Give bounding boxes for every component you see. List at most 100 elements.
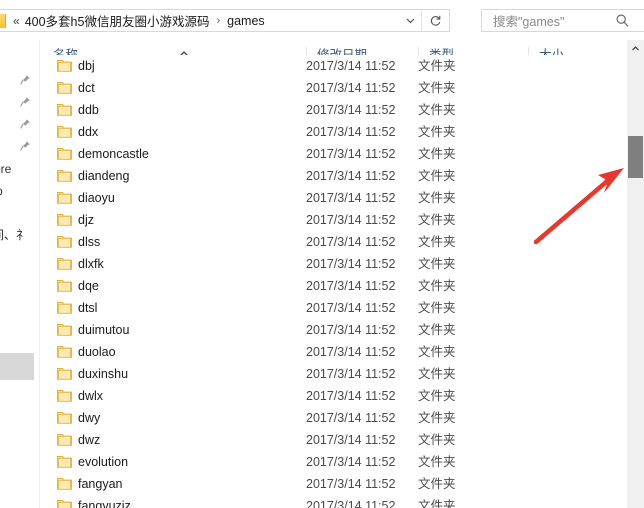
cell-type: 文件夹: [418, 213, 456, 227]
cell-type: 文件夹: [418, 477, 456, 491]
navigation-pane[interactable]: ore p 间、礻: [0, 40, 40, 508]
breadcrumb-separator[interactable]: ›: [216, 15, 220, 27]
nav-item-label-fragment-3[interactable]: 间、礻: [0, 226, 28, 243]
search-box[interactable]: 搜索"games": [481, 9, 644, 32]
table-row[interactable]: diandeng 2017/3/14 11:52 文件夹: [40, 165, 627, 187]
cell-date: 2017/3/14 11:52: [306, 345, 396, 359]
table-row[interactable]: fangyuzjz 2017/3/14 11:52 文件夹: [40, 495, 627, 508]
cell-date: 2017/3/14 11:52: [306, 59, 396, 73]
breadcrumb-item-parent[interactable]: 400多套h5微信朋友圈小游戏源码: [25, 11, 210, 30]
chevron-down-icon: [406, 18, 414, 24]
folder-icon: [57, 455, 72, 468]
nav-item-label-fragment-2[interactable]: p: [0, 184, 3, 198]
address-history-dropdown-button[interactable]: [399, 10, 421, 31]
table-row[interactable]: duimutou 2017/3/14 11:52 文件夹: [40, 319, 627, 341]
search-input[interactable]: 搜索"games": [493, 11, 564, 30]
cell-date: 2017/3/14 11:52: [306, 257, 396, 271]
cell-name: fangyuzjz: [78, 499, 131, 508]
address-bar[interactable]: « 400多套h5微信朋友圈小游戏源码 › games: [0, 9, 450, 32]
table-row[interactable]: dwy 2017/3/14 11:52 文件夹: [40, 407, 627, 429]
breadcrumb-overflow-button[interactable]: «: [13, 15, 20, 27]
cell-type: 文件夹: [418, 147, 456, 161]
folder-icon: [57, 191, 72, 204]
cell-name: duolao: [78, 345, 116, 359]
table-row[interactable]: ddb 2017/3/14 11:52 文件夹: [40, 99, 627, 121]
cell-name: dbj: [78, 59, 95, 73]
folder-icon: [57, 367, 72, 380]
breadcrumb-item-current[interactable]: games: [227, 14, 265, 28]
folder-icon: [57, 323, 72, 336]
table-row[interactable]: dqe 2017/3/14 11:52 文件夹: [40, 275, 627, 297]
table-row[interactable]: duxinshu 2017/3/14 11:52 文件夹: [40, 363, 627, 385]
table-row[interactable]: duolao 2017/3/14 11:52 文件夹: [40, 341, 627, 363]
table-row[interactable]: dct 2017/3/14 11:52 文件夹: [40, 77, 627, 99]
folder-icon: [57, 169, 72, 182]
vertical-scrollbar[interactable]: [627, 40, 644, 508]
cell-name: djz: [78, 213, 94, 227]
cell-name: fangyan: [78, 477, 123, 491]
cell-type: 文件夹: [418, 499, 456, 508]
cell-name: duimutou: [78, 323, 130, 337]
table-row[interactable]: dwlx 2017/3/14 11:52 文件夹: [40, 385, 627, 407]
cell-date: 2017/3/14 11:52: [306, 147, 396, 161]
refresh-icon: [430, 15, 441, 26]
cell-name: dqe: [78, 279, 99, 293]
refresh-button[interactable]: [421, 10, 449, 31]
cell-date: 2017/3/14 11:52: [306, 389, 396, 403]
scroll-up-button[interactable]: [627, 40, 644, 57]
folder-icon: [57, 235, 72, 248]
cell-date: 2017/3/14 11:52: [306, 499, 396, 508]
cell-date: 2017/3/14 11:52: [306, 477, 396, 491]
folder-icon: [57, 147, 72, 160]
folder-icon: [57, 103, 72, 116]
table-row[interactable]: ddx 2017/3/14 11:52 文件夹: [40, 121, 627, 143]
folder-icon: [57, 301, 72, 314]
cell-date: 2017/3/14 11:52: [306, 125, 396, 139]
cell-name: ddx: [78, 125, 99, 139]
cell-type: 文件夹: [418, 191, 456, 205]
table-row[interactable]: demoncastle 2017/3/14 11:52 文件夹: [40, 143, 627, 165]
table-row[interactable]: dlxfk 2017/3/14 11:52 文件夹: [40, 253, 627, 275]
table-row[interactable]: dbj 2017/3/14 11:52 文件夹: [40, 55, 627, 77]
cell-type: 文件夹: [418, 103, 456, 117]
cell-type: 文件夹: [418, 411, 456, 425]
pin-icon[interactable]: [19, 140, 31, 152]
cell-type: 文件夹: [418, 59, 456, 73]
cell-type: 文件夹: [418, 279, 456, 293]
table-row[interactable]: dwz 2017/3/14 11:52 文件夹: [40, 429, 627, 451]
cell-type: 文件夹: [418, 455, 456, 469]
table-row[interactable]: dtsl 2017/3/14 11:52 文件夹: [40, 297, 627, 319]
cell-type: 文件夹: [418, 433, 456, 447]
cell-name: dtsl: [78, 301, 98, 315]
file-list[interactable]: dbj 2017/3/14 11:52 文件夹 dct 2017/3/14 11:52 文…: [40, 55, 627, 508]
folder-icon: [57, 389, 72, 402]
cell-date: 2017/3/14 11:52: [306, 169, 396, 183]
cell-type: 文件夹: [418, 257, 456, 271]
folder-icon: [57, 213, 72, 226]
cell-name: evolution: [78, 455, 129, 469]
cell-name: dwz: [78, 433, 101, 447]
chevron-up-icon: [632, 46, 639, 51]
cell-date: 2017/3/14 11:52: [306, 81, 396, 95]
address-folder-icon: [0, 13, 6, 28]
cell-name: dct: [78, 81, 95, 95]
cell-name: diandeng: [78, 169, 130, 183]
folder-icon: [57, 125, 72, 138]
cell-type: 文件夹: [418, 125, 456, 139]
cell-type: 文件夹: [418, 81, 456, 95]
table-row[interactable]: dlss 2017/3/14 11:52 文件夹: [40, 231, 627, 253]
pin-icon[interactable]: [19, 74, 31, 86]
pin-icon[interactable]: [19, 96, 31, 108]
cell-date: 2017/3/14 11:52: [306, 103, 396, 117]
nav-selected-item-highlight[interactable]: [0, 353, 34, 380]
cell-date: 2017/3/14 11:52: [306, 279, 396, 293]
table-row[interactable]: djz 2017/3/14 11:52 文件夹: [40, 209, 627, 231]
pin-icon[interactable]: [19, 118, 31, 130]
table-row[interactable]: evolution 2017/3/14 11:52 文件夹: [40, 451, 627, 473]
table-row[interactable]: fangyan 2017/3/14 11:52 文件夹: [40, 473, 627, 495]
folder-icon: [57, 257, 72, 270]
table-row[interactable]: diaoyu 2017/3/14 11:52 文件夹: [40, 187, 627, 209]
cell-type: 文件夹: [418, 389, 456, 403]
nav-item-label-fragment-1[interactable]: ore: [0, 162, 11, 176]
scrollbar-thumb[interactable]: [628, 136, 643, 178]
